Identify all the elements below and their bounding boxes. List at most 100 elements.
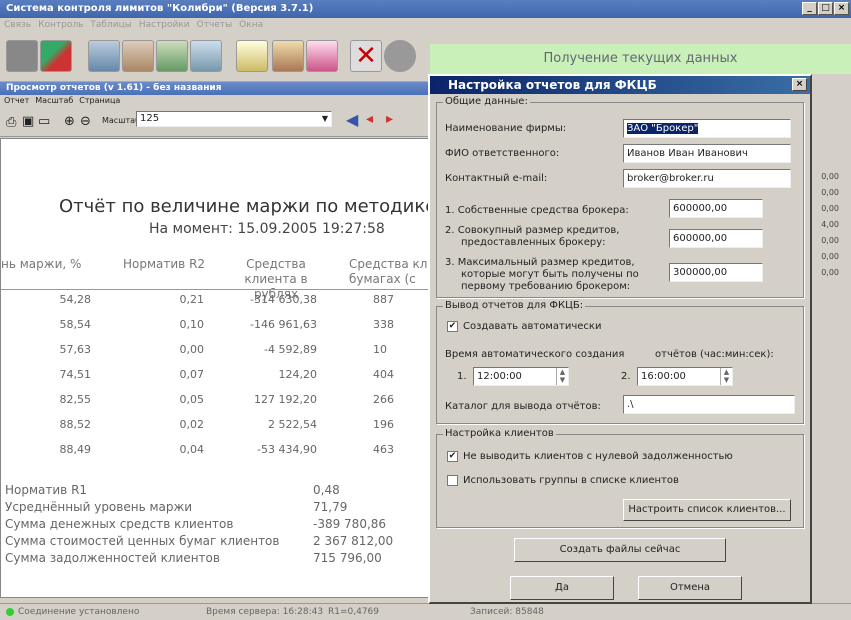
time1-field[interactable]: 12:00:00 ▲ ▼ <box>473 367 569 386</box>
company-field[interactable]: ЗАО "Брокер" <box>623 119 791 138</box>
close-button[interactable]: × <box>834 2 849 15</box>
cancel-button[interactable]: Отмена <box>638 576 742 600</box>
table-cell: 887 <box>373 293 394 306</box>
responsible-value: Иванов Иван Иванович <box>627 148 748 159</box>
ok-button[interactable]: Да <box>510 576 614 600</box>
background-value: 0,00 <box>821 236 839 245</box>
report-window-title: Просмотр отчетов (v 1.61) - без названия <box>0 82 430 95</box>
auto-create-checkbox[interactable]: ✔ <box>447 321 458 332</box>
app-titlebar: Система контроля лимитов "Колибри" (Верс… <box>0 0 851 18</box>
table-cell: 463 <box>373 443 394 456</box>
setup-clients-button[interactable]: Настроить список клиентов... <box>623 499 791 521</box>
zoom-select[interactable]: 125 ▼ <box>136 111 332 127</box>
responsible-field[interactable]: Иванов Иван Иванович <box>623 144 791 163</box>
table-cell: 0,02 <box>179 418 205 431</box>
zoom-out-icon[interactable]: ⊖ <box>80 114 91 129</box>
table-cell: 0,00 <box>179 343 205 356</box>
time2-field[interactable]: 16:00:00 ▲ ▼ <box>637 367 733 386</box>
r1-value: R1=0,4769 <box>328 607 380 617</box>
own-funds-value: 600000,00 <box>673 203 728 214</box>
email-field[interactable]: broker@broker.ru <box>623 169 791 188</box>
max-credits-label-2: которые могут быть получены по <box>461 269 639 280</box>
main-toolbar: ✕ <box>0 32 430 82</box>
sound-icon[interactable] <box>236 40 268 72</box>
next-page-icon[interactable]: ▸ <box>386 111 393 127</box>
app-title: Система контроля лимитов "Колибри" (Верс… <box>6 3 314 14</box>
open-icon[interactable]: ▭ <box>38 114 50 129</box>
report-title: Отчёт по величине маржи по методике Ф <box>59 196 430 217</box>
fkcb-settings-dialog: Настройка отчетов для ФКЦБ × Общие данны… <box>428 74 812 604</box>
save-icon[interactable]: ▣ <box>22 114 34 129</box>
background-value: 0,00 <box>821 172 839 181</box>
server-time: Время сервера: 16:28:43 <box>206 607 324 617</box>
export-icon[interactable] <box>190 40 222 72</box>
general-group: Общие данные: Наименование фирмы: ЗАО "Б… <box>436 96 804 298</box>
report-page: Отчёт по величине маржи по методике Ф На… <box>0 138 430 598</box>
time2-spinner[interactable]: ▲ ▼ <box>720 368 732 385</box>
report-menu: Отчет Масштаб Страница <box>0 95 430 107</box>
first-page-icon[interactable]: ◀ <box>346 110 358 129</box>
summary-value: -389 780,86 <box>313 517 387 531</box>
menu-item-tables[interactable]: Таблицы <box>90 18 131 32</box>
clients-group-label: Настройка клиентов <box>443 428 556 439</box>
menu-item-reports[interactable]: Отчеты <box>197 18 233 32</box>
report-subtitle: На момент: 15.09.2005 19:27:58 <box>149 221 385 237</box>
report-menu-zoom[interactable]: Масштаб <box>35 95 73 107</box>
output-group: Вывод отчетов для ФКЦБ: ✔ Создавать авто… <box>436 300 804 424</box>
table-cell: 0,10 <box>179 318 205 331</box>
column-header-securities: Средства кл в бумагах (с <box>349 257 430 286</box>
dialog-titlebar: Настройка отчетов для ФКЦБ × <box>430 76 810 94</box>
report-menu-report[interactable]: Отчет <box>4 95 29 107</box>
dialog-close-button[interactable]: × <box>792 78 807 91</box>
prev-page-icon[interactable]: ◂ <box>366 111 373 127</box>
print-icon[interactable]: ⎙ <box>6 115 16 130</box>
clients-icon[interactable] <box>122 40 154 72</box>
minimize-button[interactable]: _ <box>802 2 817 15</box>
connect-icon[interactable] <box>40 40 72 72</box>
menu-item-settings[interactable]: Настройки <box>139 18 190 32</box>
connection-status-icon <box>6 608 14 616</box>
summary-label: Усреднённый уровень маржи <box>5 500 193 514</box>
zoom-label: Масштаб <box>102 116 141 125</box>
table-cell: 127 192,20 <box>254 393 317 406</box>
table-cell: 124,20 <box>278 368 318 381</box>
chevron-down-icon: ▼ <box>321 114 328 123</box>
dir-label: Каталог для вывода отчётов: <box>445 401 601 412</box>
disconnect-icon[interactable] <box>6 40 38 72</box>
table-cell: 57,63 <box>59 343 92 356</box>
summary-value: 2 367 812,00 <box>313 534 394 548</box>
create-now-button[interactable]: Создать файлы сейчас <box>514 538 726 562</box>
menu-item-control[interactable]: Контроль <box>38 18 83 32</box>
no-zero-debt-checkbox[interactable]: ✔ <box>447 451 458 462</box>
zoom-in-icon[interactable]: ⊕ <box>64 114 75 129</box>
credits-field[interactable]: 600000,00 <box>669 229 763 248</box>
table-cell: 58,54 <box>59 318 92 331</box>
record-icon[interactable] <box>384 40 416 72</box>
table-cell: -53 434,90 <box>257 443 317 456</box>
report-menu-page[interactable]: Страница <box>79 95 120 107</box>
menu-item-windows[interactable]: Окна <box>239 18 263 32</box>
no-zero-debt-label: Не выводить клиентов с нулевой задолженн… <box>463 451 733 462</box>
message-icon[interactable] <box>306 40 338 72</box>
time1-spinner[interactable]: ▲ ▼ <box>556 368 568 385</box>
table-cell: -4 592,89 <box>264 343 317 356</box>
table-icon[interactable] <box>88 40 120 72</box>
summary-label: Сумма задолженностей клиентов <box>5 551 220 565</box>
table-cell: 196 <box>373 418 394 431</box>
own-funds-label: 1. Собственные средства брокера: <box>445 205 629 216</box>
main-menu: Связь Контроль Таблицы Настройки Отчеты … <box>0 18 851 32</box>
user-icon[interactable] <box>272 40 304 72</box>
dir-field[interactable]: .\ <box>623 395 795 414</box>
menu-item-connection[interactable]: Связь <box>4 18 31 32</box>
credits-label-1: 2. Совокупный размер кредитов, <box>445 225 620 236</box>
summary-value: 715 796,00 <box>313 551 382 565</box>
own-funds-field[interactable]: 600000,00 <box>669 199 763 218</box>
use-groups-checkbox[interactable] <box>447 475 458 486</box>
table-cell: 0,05 <box>179 393 205 406</box>
limits-icon[interactable] <box>156 40 188 72</box>
time2-number: 2. <box>621 371 631 382</box>
time1-value: 12:00:00 <box>477 371 522 382</box>
maximize-button[interactable]: □ <box>818 2 833 15</box>
max-credits-field[interactable]: 300000,00 <box>669 263 763 282</box>
stop-icon[interactable]: ✕ <box>350 40 382 72</box>
